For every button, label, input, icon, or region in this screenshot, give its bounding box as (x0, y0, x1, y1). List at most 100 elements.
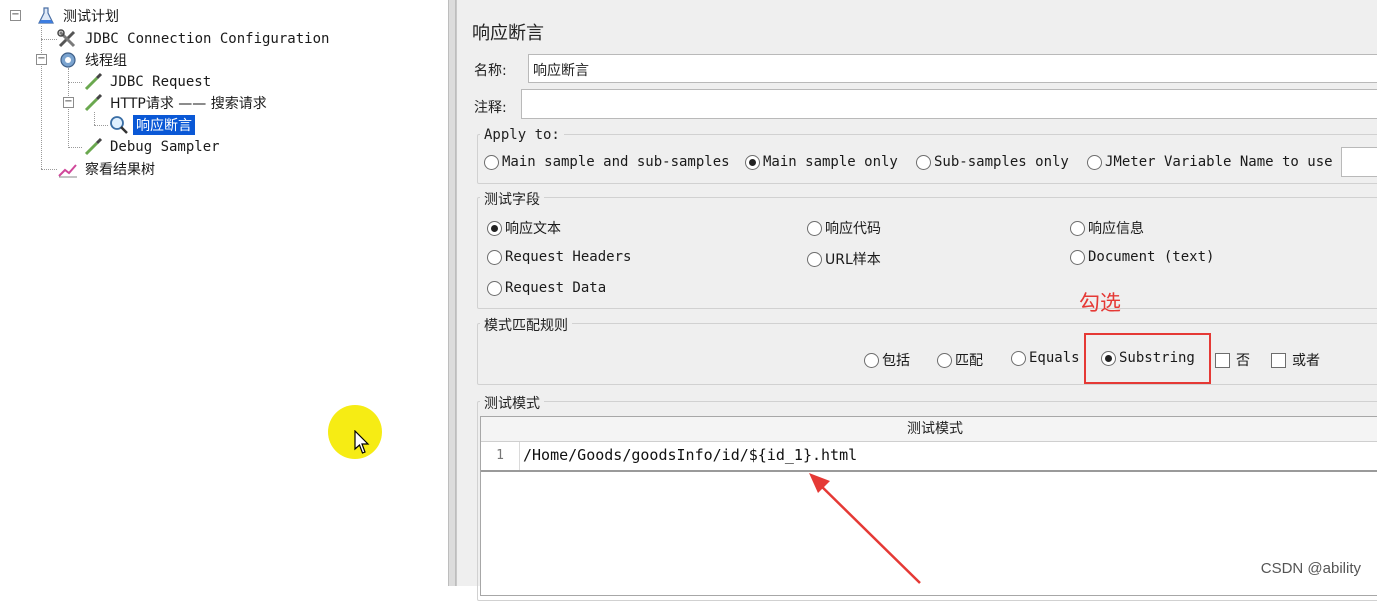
test-patterns-title: 测试模式 (480, 393, 544, 413)
radio-response-message[interactable]: 响应信息 (1070, 218, 1144, 238)
tree-connector (94, 112, 95, 125)
page-title: 响应断言 (472, 23, 544, 44)
radio-button[interactable] (484, 154, 499, 170)
tree-item-jdbc-request[interactable]: JDBC Request (82, 72, 214, 92)
tree-item-view-results-tree[interactable]: 察看结果树 (57, 159, 158, 179)
tree-connector (68, 82, 82, 83)
pipette-sampler-icon (82, 93, 104, 113)
panel-splitter[interactable] (448, 0, 456, 586)
magnifier-assertion-icon (108, 115, 130, 135)
collapse-http-request-icon[interactable]: − (63, 97, 74, 108)
radio-button[interactable] (1087, 154, 1102, 170)
radio-label: 响应信息 (1088, 221, 1144, 237)
tree-item-label: JDBC Request (110, 74, 212, 90)
radio-button[interactable] (1070, 220, 1085, 236)
radio-label: JMeter Variable Name to use (1105, 154, 1333, 170)
tree-connector (94, 125, 108, 126)
line-number: 1 (481, 442, 520, 470)
watermark: CSDN @ability (1260, 560, 1361, 577)
radio-label: Equals (1029, 350, 1080, 366)
radio-label: Request Data (505, 280, 607, 296)
tree-item-label: 线程组 (85, 53, 127, 69)
checkbox[interactable] (1215, 352, 1230, 368)
test-plan-tree: − − − 测试计划 JDBC Connection Configuration… (0, 0, 448, 586)
tree-connector (68, 147, 82, 148)
tree-item-label: HTTP请求 —— 搜索请求 (110, 96, 267, 112)
collapse-test-plan-icon[interactable]: − (10, 10, 21, 21)
checkbox-or[interactable]: 或者 (1271, 350, 1320, 370)
pipette-sampler-icon (82, 72, 104, 92)
radio-label: Document (text) (1088, 249, 1215, 265)
radio-label: Main sample and sub-samples (502, 154, 730, 170)
tree-item-response-assertion[interactable]: 响应断言 (108, 115, 195, 135)
radio-response-code[interactable]: 响应代码 (807, 218, 881, 238)
tree-connector (41, 26, 42, 169)
radio-button[interactable] (916, 154, 931, 170)
radio-label: Request Headers (505, 249, 632, 265)
radio-contains[interactable]: 包括 (864, 350, 910, 370)
tree-connector (41, 39, 57, 40)
tree-item-label: 测试计划 (63, 9, 119, 25)
radio-request-data[interactable]: Request Data (487, 280, 606, 296)
tree-item-label: 察看结果树 (85, 162, 155, 178)
radio-label: Main sample only (763, 154, 898, 170)
radio-request-headers[interactable]: Request Headers (487, 249, 631, 265)
annotation-note: 勾选 (1079, 291, 1121, 315)
comment-field[interactable] (521, 89, 1377, 119)
radio-label: URL样本 (825, 252, 881, 268)
radio-button[interactable] (745, 154, 760, 170)
tree-item-debug-sampler[interactable]: Debug Sampler (82, 137, 223, 157)
radio-url-sample[interactable]: URL样本 (807, 249, 881, 269)
pattern-text[interactable]: /Home/Goods/goodsInfo/id/${id_1}.html (523, 446, 857, 464)
checkbox-label: 或者 (1292, 353, 1320, 369)
radio-button[interactable] (487, 280, 502, 296)
name-label: 名称: (474, 63, 507, 79)
test-plan-flask-icon (35, 6, 57, 26)
radio-response-text[interactable]: 响应文本 (487, 218, 561, 238)
radio-equals[interactable]: Equals (1011, 350, 1080, 366)
apply-to-title: Apply to: (480, 127, 564, 143)
radio-button[interactable] (864, 352, 879, 368)
radio-sub-samples-only[interactable]: Sub-samples only (916, 154, 1069, 170)
tree-item-http-request[interactable]: HTTP请求 —— 搜索请求 (82, 93, 270, 113)
annotation-arrow (809, 473, 921, 584)
tree-item-label: Debug Sampler (110, 139, 220, 155)
gear-thread-group-icon (57, 50, 79, 70)
tree-item-jdbc-connection-configuration[interactable]: JDBC Connection Configuration (57, 29, 332, 49)
radio-main-and-sub-samples[interactable]: Main sample and sub-samples (484, 154, 730, 170)
comment-label: 注释: (474, 100, 507, 116)
radio-matches[interactable]: 匹配 (937, 350, 983, 370)
wrench-config-icon (57, 29, 79, 49)
pipette-sampler-icon (82, 137, 104, 157)
tree-item-label: JDBC Connection Configuration (85, 31, 330, 47)
radio-button[interactable] (1070, 249, 1085, 265)
checkbox-not[interactable]: 否 (1215, 350, 1250, 370)
tree-item-test-plan[interactable]: 测试计划 (35, 6, 122, 26)
radio-jmeter-variable-name[interactable]: JMeter Variable Name to use (1087, 154, 1333, 170)
annotation-highlight-box (1084, 333, 1211, 384)
radio-button[interactable] (937, 352, 952, 368)
checkbox[interactable] (1271, 352, 1286, 368)
tree-connector (68, 68, 69, 148)
radio-button[interactable] (807, 220, 822, 236)
radio-label: 匹配 (955, 353, 983, 369)
radio-label: 响应文本 (505, 221, 561, 237)
radio-label: 包括 (882, 353, 910, 369)
tree-item-label: 响应断言 (133, 115, 195, 135)
collapse-thread-group-icon[interactable]: − (36, 54, 47, 65)
mouse-pointer-icon (354, 430, 370, 454)
radio-label: 响应代码 (825, 221, 881, 237)
radio-button[interactable] (487, 249, 502, 265)
radio-button[interactable] (487, 220, 502, 236)
checkbox-label: 否 (1236, 353, 1250, 369)
name-field[interactable]: 响应断言 (528, 54, 1377, 83)
jmeter-variable-name-input[interactable] (1341, 147, 1377, 177)
test-field-title: 测试字段 (480, 189, 544, 209)
radio-button[interactable] (1011, 350, 1026, 366)
radio-button[interactable] (807, 251, 822, 267)
radio-label: Sub-samples only (934, 154, 1069, 170)
radio-document-text[interactable]: Document (text) (1070, 249, 1214, 265)
radio-main-sample-only[interactable]: Main sample only (745, 154, 898, 170)
tree-item-thread-group[interactable]: 线程组 (57, 50, 130, 70)
pattern-matching-rules-title: 模式匹配规则 (480, 315, 572, 335)
